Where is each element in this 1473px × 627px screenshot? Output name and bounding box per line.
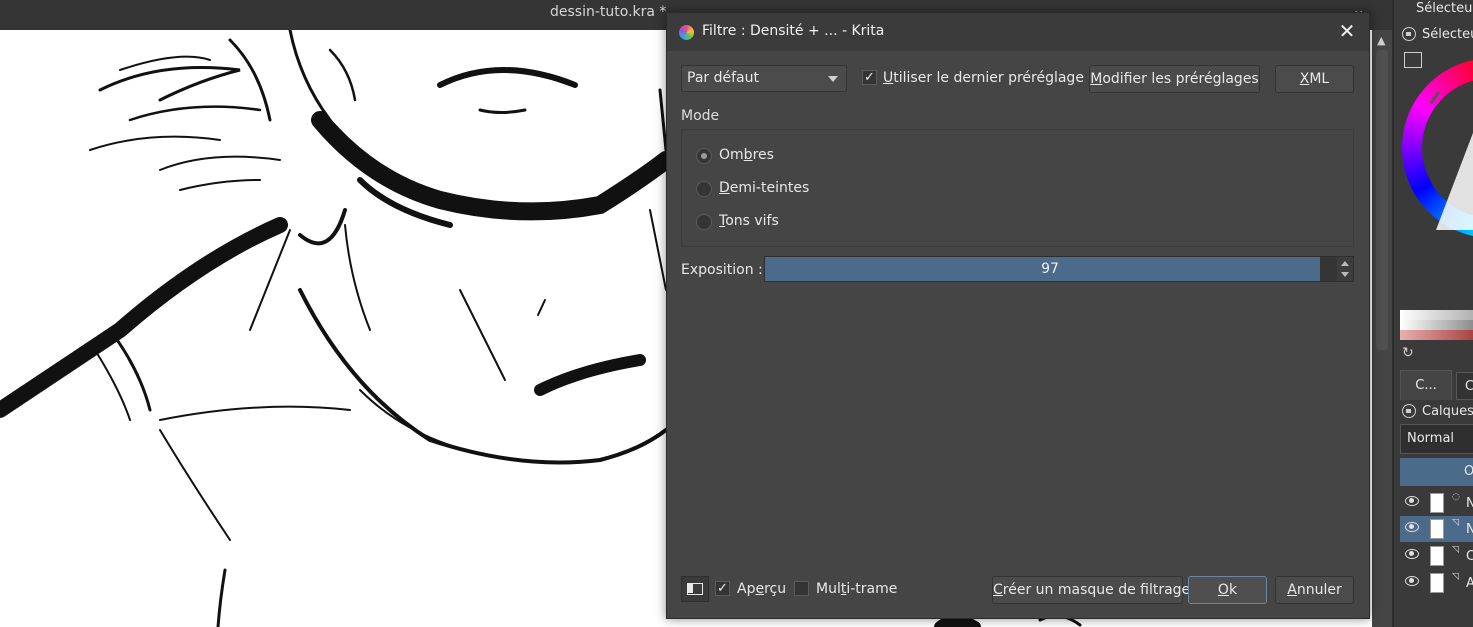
cancel-button[interactable]: Annuler <box>1275 576 1354 604</box>
multiframe-part1: Mul <box>816 581 841 597</box>
edit-presets-button[interactable]: Modifier les préréglages <box>1089 65 1260 93</box>
spin-down-icon[interactable] <box>1341 272 1349 277</box>
mode-ombres-part2: res <box>752 147 774 163</box>
close-icon[interactable]: ✕ <box>1335 19 1359 43</box>
layer-thumbnail <box>1430 519 1444 539</box>
use-last-preset-label: Utiliser le dernier préréglage <box>883 70 1084 86</box>
dialog-title: Filtre : Densité + ... - Krita <box>702 23 885 39</box>
eye-icon[interactable] <box>1405 576 1419 586</box>
mode-demi-rest: emi-teintes <box>729 180 810 196</box>
layer-type-icon: ◹ <box>1452 572 1459 582</box>
mode-group-title: Mode <box>681 108 720 124</box>
eye-icon[interactable] <box>1405 522 1419 532</box>
mode-demi-mnemonic: D <box>719 180 730 196</box>
preview-part2: rçu <box>764 581 787 597</box>
mode-radio-demi-teintes[interactable] <box>696 181 712 197</box>
edit-presets-mnemonic: M <box>1090 71 1103 87</box>
mode-ombres-mnemonic: b <box>743 147 753 163</box>
preview-checkbox[interactable]: ✓ <box>715 581 730 596</box>
scroll-up-icon[interactable]: ▲ <box>1377 34 1385 47</box>
preset-value: Par défaut <box>687 70 759 86</box>
opacity-slider[interactable]: O <box>1400 458 1473 486</box>
use-last-preset-mnemonic: U <box>883 70 894 86</box>
canvas-vertical-scrollbar[interactable]: ▲ <box>1372 30 1392 627</box>
eye-icon[interactable] <box>1405 549 1419 559</box>
color-selector-title: Sélecteu <box>1422 27 1473 42</box>
layer-name: N <box>1466 522 1473 537</box>
layer-row[interactable]: ◌ N <box>1400 490 1473 516</box>
layer-type-icon: ◌ <box>1452 492 1460 502</box>
layer-row[interactable]: ◹ C <box>1400 543 1473 569</box>
edit-presets-rest: odifier les préréglages <box>1102 71 1259 87</box>
filter-dialog: Filtre : Densité + ... - Krita ✕ Par déf… <box>666 12 1370 619</box>
cancel-mnemonic: A <box>1287 582 1297 598</box>
scrollbar-thumb[interactable] <box>1376 50 1388 350</box>
xml-rest: ML <box>1309 71 1330 87</box>
xml-mnemonic: X <box>1299 71 1310 87</box>
refresh-icon[interactable]: ↻ <box>1402 345 1414 361</box>
preview-icon[interactable] <box>681 576 709 602</box>
preview-part1: Ap <box>737 581 756 597</box>
lock-icon[interactable] <box>1402 27 1416 41</box>
layer-row[interactable]: ◹ N <box>1400 516 1473 542</box>
color-history-bar[interactable] <box>1400 310 1473 320</box>
exposure-value: 97 <box>1041 261 1059 277</box>
mode-group-box: Ombres Demi-teintes Tons vifs <box>681 129 1354 247</box>
multiframe-part2: i-trame <box>846 581 898 597</box>
layer-name: A <box>1466 576 1473 591</box>
blend-mode-select[interactable]: Normal <box>1400 424 1473 454</box>
lock-icon[interactable] <box>1402 404 1416 418</box>
exposure-spinner[interactable] <box>1337 257 1353 281</box>
ok-rest: k <box>1228 582 1238 598</box>
cancel-rest: nnuler <box>1296 582 1342 598</box>
docker-tab[interactable]: C... <box>1400 370 1452 400</box>
layer-name: C <box>1466 549 1473 564</box>
exposure-label: Exposition : <box>681 262 763 278</box>
selector-header: Sélecteur <box>1416 1 1473 16</box>
chevron-down-icon <box>828 76 838 82</box>
layers-title: Calques <box>1422 404 1473 419</box>
create-mask-rest: réer un masque de filtrage <box>1002 582 1191 598</box>
use-last-preset-checkbox[interactable]: ✓ <box>862 70 877 85</box>
preview-mnemonic: e <box>755 581 765 597</box>
mode-radio-ombres[interactable] <box>696 148 712 164</box>
right-docker: Sélecteur Sélecteu ↻ C... C Calques Norm… <box>1392 0 1473 627</box>
mode-label-tons-vifs: Tons vifs <box>719 213 779 229</box>
layer-name: N <box>1466 496 1473 511</box>
eye-icon[interactable] <box>1405 496 1419 506</box>
xml-button[interactable]: XML <box>1275 65 1354 93</box>
multiframe-label: Multi-trame <box>816 581 897 597</box>
layer-type-icon: ◹ <box>1452 545 1459 555</box>
preview-icon-glyph <box>687 583 703 595</box>
docker-tab[interactable]: C <box>1456 372 1473 400</box>
mode-ombres-part1: Om <box>719 147 744 163</box>
exposure-slider[interactable]: 97 <box>764 256 1354 282</box>
use-last-preset-rest: tiliser le dernier préréglage <box>893 70 1084 86</box>
mode-radio-tons-vifs[interactable] <box>696 214 712 230</box>
mode-label-ombres: Ombres <box>719 147 774 163</box>
layer-thumbnail <box>1430 546 1444 566</box>
settings-list-icon[interactable] <box>1404 52 1422 68</box>
layer-thumbnail <box>1430 573 1444 593</box>
ok-button[interactable]: Ok <box>1188 576 1267 604</box>
spin-up-icon[interactable] <box>1341 261 1349 266</box>
create-mask-mnemonic: C <box>993 582 1003 598</box>
color-triangle[interactable] <box>1436 125 1473 230</box>
dialog-titlebar[interactable]: Filtre : Densité + ... - Krita ✕ <box>667 13 1369 51</box>
create-filter-mask-button[interactable]: Créer un masque de filtrage <box>992 576 1190 604</box>
preset-select[interactable]: Par défaut <box>681 65 847 92</box>
multiframe-checkbox[interactable] <box>794 581 809 596</box>
color-history-bar[interactable] <box>1400 330 1473 340</box>
mode-label-demi-teintes: Demi-teintes <box>719 180 809 196</box>
layer-type-icon: ◹ <box>1452 518 1459 528</box>
mode-tons-rest: ons vifs <box>725 213 779 229</box>
layer-row[interactable]: ◹ A <box>1400 570 1473 596</box>
krita-app-icon <box>679 25 694 40</box>
ok-mnemonic: O <box>1217 582 1229 598</box>
layer-thumbnail <box>1430 493 1444 513</box>
document-title: dessin-tuto.kra * <box>550 4 667 20</box>
preview-label: Aperçu <box>737 581 786 597</box>
color-history-bar[interactable] <box>1400 320 1473 330</box>
